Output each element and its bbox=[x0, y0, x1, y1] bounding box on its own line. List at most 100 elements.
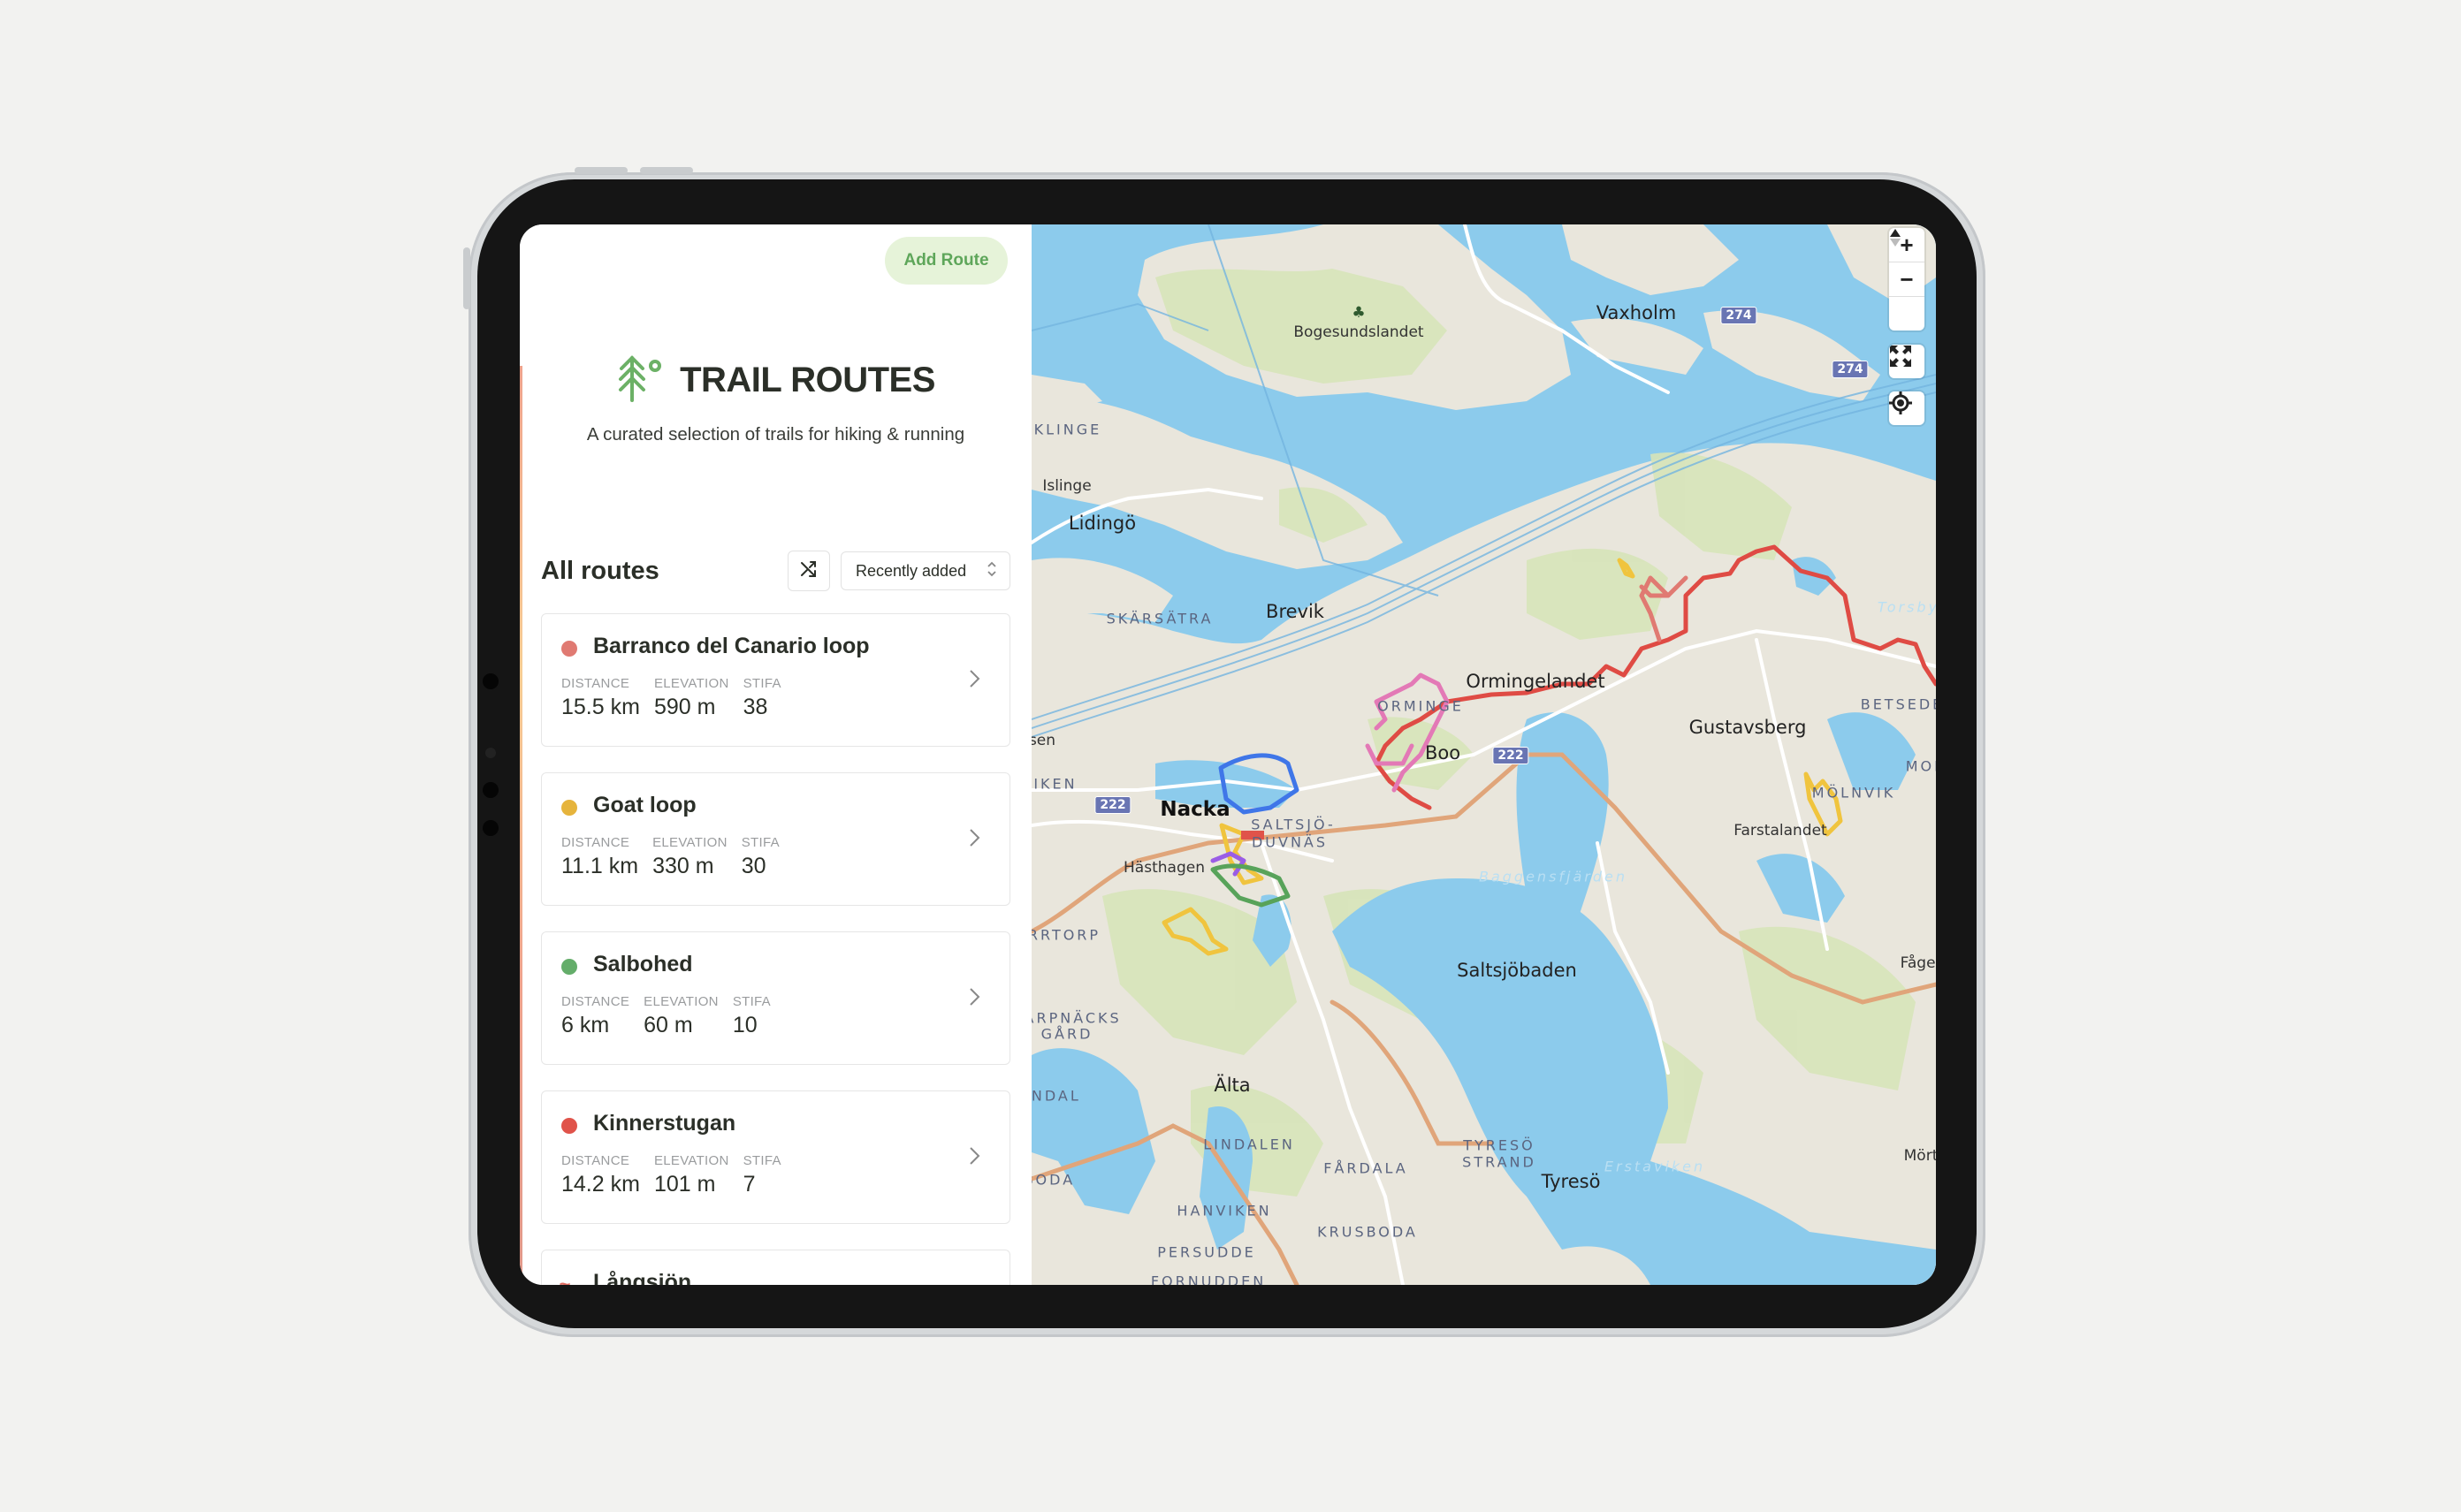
fullscreen-button[interactable] bbox=[1889, 345, 1924, 378]
stat-elevation: ELEVATION 330 m bbox=[652, 835, 728, 879]
road-badge: 222 bbox=[1492, 747, 1529, 764]
tree-icon bbox=[616, 354, 667, 406]
stat-elevation: ELEVATION 101 m bbox=[654, 1153, 729, 1197]
route-card[interactable]: Goat loop DISTANCE 11.1 km ELEVATION 330 m… bbox=[541, 772, 1010, 906]
stat-label: STIFA bbox=[741, 835, 780, 850]
stat-value: 11.1 km bbox=[561, 854, 639, 878]
stat-distance: DISTANCE 14.2 km bbox=[561, 1153, 640, 1197]
zoom-out-button[interactable]: − bbox=[1889, 262, 1924, 297]
route-name: Kinnerstugan bbox=[593, 1111, 736, 1136]
sensor-dot bbox=[483, 673, 499, 689]
chevron-right-icon bbox=[964, 824, 985, 851]
shuffle-icon bbox=[799, 559, 819, 583]
map-label: ICKLINGE bbox=[1032, 421, 1102, 438]
stat-stifa: STIFA 10 bbox=[733, 994, 771, 1038]
road-badge: 274 bbox=[1720, 307, 1757, 324]
stat-label: ELEVATION bbox=[653, 1153, 729, 1168]
stat-label: DISTANCE bbox=[561, 835, 630, 850]
trail-overlays bbox=[1162, 544, 1936, 956]
map-label: ORMINGE bbox=[1377, 697, 1464, 715]
volume-button bbox=[575, 167, 628, 174]
shuffle-button[interactable] bbox=[788, 551, 830, 591]
stat-label: ELEVATION bbox=[652, 835, 728, 850]
trail-yellow-south bbox=[1162, 907, 1229, 956]
camera-icon bbox=[485, 748, 496, 758]
route-stats: DISTANCE 15.5 km ELEVATION 590 m STIFA 38 bbox=[561, 676, 781, 720]
route-name: Långsjön bbox=[593, 1270, 692, 1285]
stat-distance: DISTANCE 15.5 km bbox=[561, 676, 640, 720]
map-label: MOR bbox=[1905, 757, 1936, 775]
stat-value: 38 bbox=[743, 695, 768, 719]
chevron-right-icon bbox=[964, 1143, 985, 1169]
map-label: Gustavsberg bbox=[1688, 717, 1807, 738]
map-label: Hästhagen bbox=[1124, 859, 1205, 877]
trail-kinnerstugan-tail bbox=[1374, 726, 1432, 810]
stat-value: 590 m bbox=[653, 695, 716, 719]
sort-selected-value: Recently added bbox=[856, 561, 967, 580]
stat-label: STIFA bbox=[743, 1153, 781, 1168]
route-card[interactable]: Kinnerstugan DISTANCE 14.2 km ELEVATION 10… bbox=[541, 1090, 1010, 1224]
stat-distance: DISTANCE 6 km bbox=[561, 994, 629, 1038]
chevron-updown-icon bbox=[987, 560, 997, 582]
route-card[interactable]: Barranco del Canario loop DISTANCE 15.5 k… bbox=[541, 613, 1010, 747]
road-badge: 274 bbox=[1832, 361, 1869, 378]
geolocate-button[interactable] bbox=[1889, 391, 1924, 425]
map-poi-icon: ♣ bbox=[1352, 304, 1366, 322]
map-label: PERSUDDE bbox=[1157, 1243, 1256, 1261]
routes-header: All routes Recently added bbox=[541, 549, 1010, 593]
route-stats: DISTANCE 6 km ELEVATION 60 m STIFA 10 bbox=[561, 994, 771, 1038]
map-label: Baggensfjärden bbox=[1478, 868, 1628, 885]
stat-stifa: STIFA 38 bbox=[743, 676, 781, 720]
stat-value: 10 bbox=[732, 1013, 758, 1037]
stat-label: ELEVATION bbox=[644, 994, 719, 1009]
volume-button bbox=[640, 167, 693, 174]
stat-value: 30 bbox=[741, 854, 766, 878]
map-label: Tyresö bbox=[1541, 1171, 1601, 1192]
route-color-dot bbox=[561, 1118, 577, 1134]
trail-kinnerstugan bbox=[1400, 544, 1936, 731]
stat-label: DISTANCE bbox=[561, 994, 630, 1009]
route-name: Barranco del Canario loop bbox=[593, 634, 870, 658]
app-title: TRAIL ROUTES bbox=[680, 361, 935, 399]
chevron-right-icon bbox=[964, 665, 985, 692]
route-list: Barranco del Canario loop DISTANCE 15.5 k… bbox=[541, 613, 1010, 1285]
add-route-button[interactable]: Add Route bbox=[885, 237, 1008, 285]
map-label: Mört bbox=[1903, 1147, 1936, 1165]
map-label: DUVNÄS bbox=[1251, 833, 1329, 851]
routes-panel: Add Route TRAIL ROUTES A curated selecti… bbox=[520, 224, 1032, 1285]
map-label: SKÄRSÄTRA bbox=[1106, 610, 1214, 627]
map-label: Brevik bbox=[1266, 601, 1324, 622]
app-screen: Add Route TRAIL ROUTES A curated selecti… bbox=[520, 224, 1936, 1285]
app-tagline: A curated selection of trails for hiking… bbox=[586, 424, 965, 444]
stat-value: 330 m bbox=[652, 854, 714, 878]
map-label: Boo bbox=[1424, 742, 1461, 764]
power-button bbox=[463, 247, 470, 309]
map-label: TYRESÖ bbox=[1463, 1136, 1535, 1154]
compass-button[interactable] bbox=[1889, 229, 1924, 331]
stat-value: 15.5 km bbox=[561, 695, 640, 719]
map-view[interactable]: ♣ Bogesundslandet Vaxholm ICKLINGE Islin… bbox=[1032, 224, 1936, 1285]
route-name: Salbohed bbox=[593, 952, 693, 976]
map-label: SALTSJÖ- bbox=[1251, 816, 1336, 833]
trail-purple bbox=[1210, 851, 1246, 877]
sensor-dot bbox=[483, 782, 499, 798]
trail-yellow-small bbox=[1617, 558, 1635, 579]
stat-elevation: ELEVATION 60 m bbox=[644, 994, 719, 1038]
route-color-dot bbox=[561, 800, 577, 816]
route-card[interactable]: Salbohed DISTANCE 6 km ELEVATION 60 m STIF… bbox=[541, 931, 1010, 1065]
route-color-dot bbox=[561, 959, 577, 975]
map-label: Fågelv bbox=[1900, 954, 1936, 972]
route-name: Goat loop bbox=[593, 793, 697, 817]
map-label: Vaxholm bbox=[1596, 302, 1677, 323]
stat-label: STIFA bbox=[732, 994, 771, 1009]
stat-value: 60 m bbox=[644, 1013, 693, 1037]
map-label: VIKEN bbox=[1032, 775, 1078, 793]
chevron-right-icon bbox=[964, 984, 985, 1010]
map-label: Torsbyfj bbox=[1877, 598, 1936, 616]
fullscreen-control bbox=[1889, 345, 1924, 378]
route-card[interactable]: ≈ Långsjön bbox=[541, 1250, 1010, 1285]
sort-select[interactable]: Recently added bbox=[841, 551, 1010, 590]
map-label: HANVIKEN bbox=[1177, 1202, 1272, 1219]
stat-value: 6 km bbox=[561, 1013, 610, 1037]
map-label: LINDALEN bbox=[1203, 1136, 1295, 1153]
